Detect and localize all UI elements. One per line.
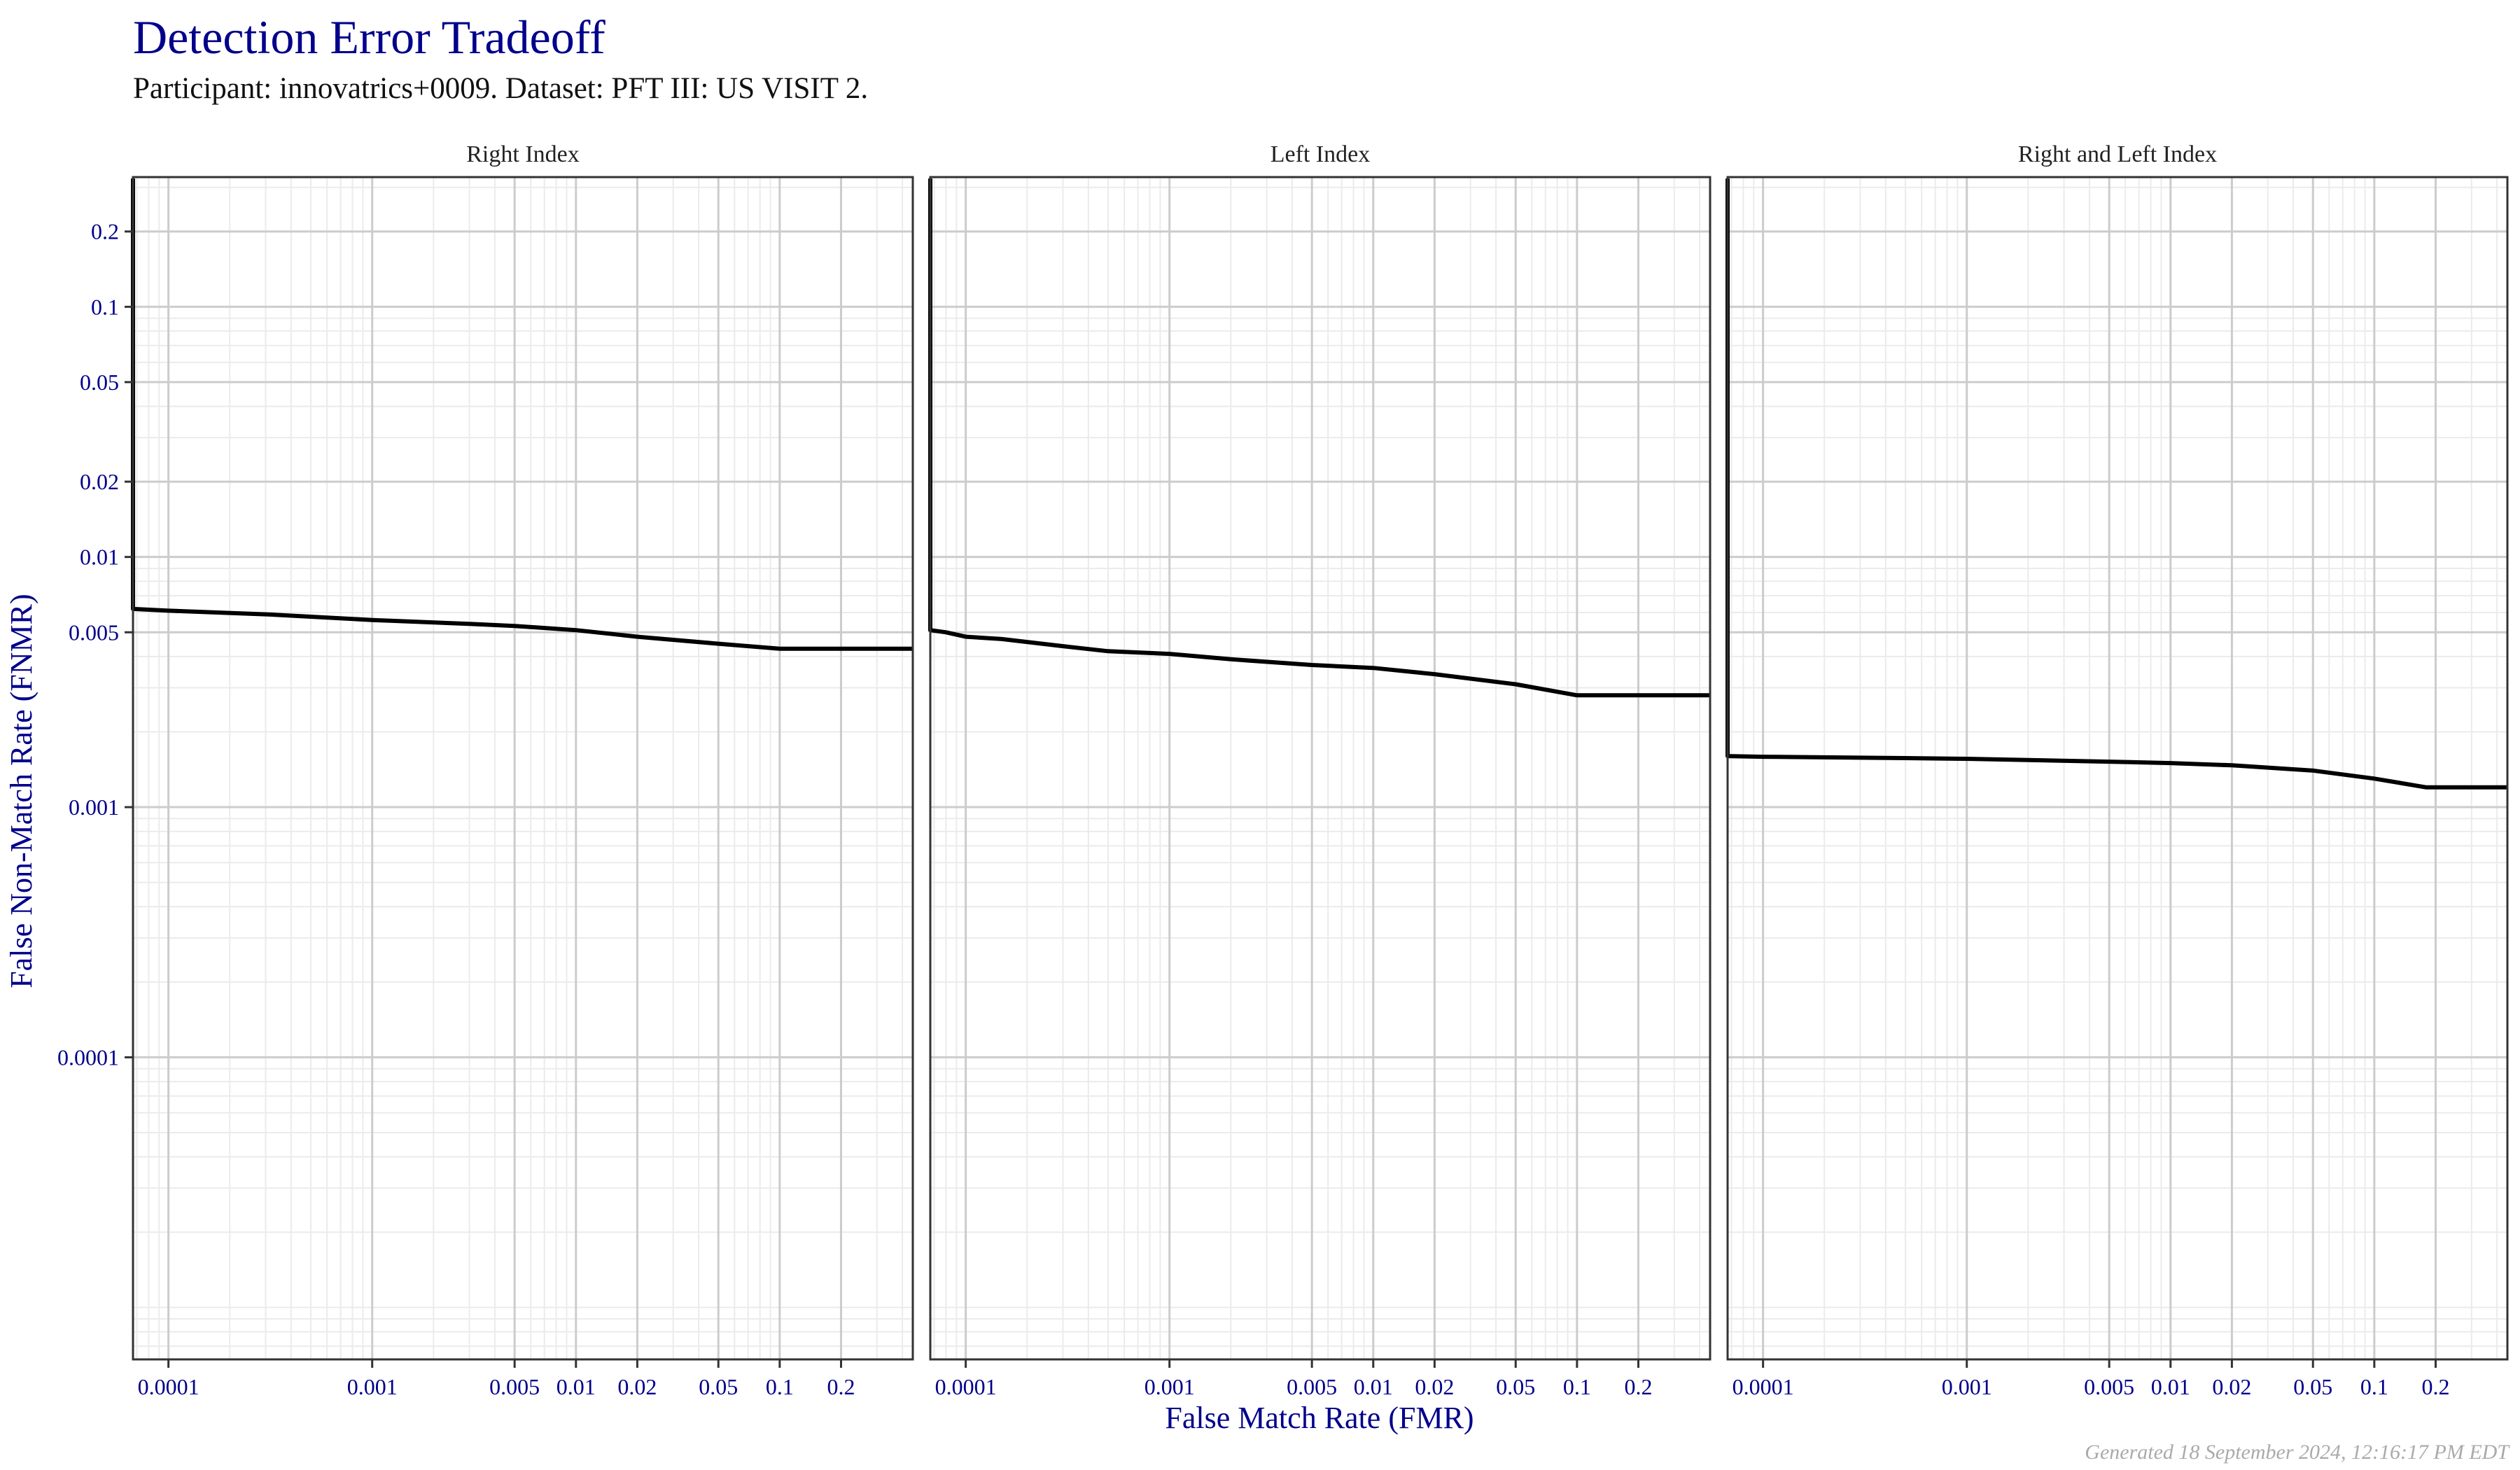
panel-background bbox=[133, 177, 913, 1359]
generated-timestamp: Generated 18 September 2024, 12:16:17 PM… bbox=[2085, 1441, 2509, 1464]
x-tick-label: 0.1 bbox=[1563, 1374, 1591, 1399]
x-tick-label: 0.0001 bbox=[138, 1374, 200, 1399]
x-tick-label: 0.005 bbox=[489, 1374, 540, 1399]
y-tick-label: 0.0001 bbox=[57, 1044, 119, 1070]
y-tick-label: 0.001 bbox=[69, 794, 119, 820]
panel-background bbox=[1728, 177, 2507, 1359]
panel-strip-label: Right Index bbox=[466, 141, 579, 167]
panel-strip-label: Left Index bbox=[1270, 141, 1371, 167]
x-tick-label: 0.005 bbox=[1287, 1374, 1337, 1399]
x-tick-label: 0.01 bbox=[1354, 1374, 1393, 1399]
y-tick-label: 0.05 bbox=[80, 370, 119, 395]
det-plot: Right Index 0.0001 0.001 0.005 0.01 0.02 0.05 0… bbox=[4, 141, 2509, 1435]
x-axis-title: False Match Rate (FMR) bbox=[1165, 1401, 1474, 1435]
x-tick-label: 0.2 bbox=[827, 1374, 855, 1399]
x-tick-label: 0.001 bbox=[347, 1374, 398, 1399]
y-tick-label: 0.1 bbox=[91, 294, 119, 319]
x-tick-label: 0.01 bbox=[556, 1374, 596, 1399]
panel-right-index: Right Index 0.0001 0.001 0.005 0.01 0.02 0.05 0… bbox=[57, 141, 914, 1399]
x-tick-label: 0.001 bbox=[1144, 1374, 1195, 1399]
x-tick-label: 0.005 bbox=[2084, 1374, 2134, 1399]
y-tick-label: 0.2 bbox=[91, 219, 119, 244]
x-tick-label: 0.2 bbox=[1624, 1374, 1652, 1399]
x-tick-label: 0.05 bbox=[1496, 1374, 1535, 1399]
x-tick-label: 0.1 bbox=[2360, 1374, 2388, 1399]
x-tick-label: 0.0001 bbox=[935, 1374, 997, 1399]
x-tick-label: 0.05 bbox=[699, 1374, 738, 1399]
x-tick-label: 0.02 bbox=[2212, 1374, 2251, 1399]
x-tick-label: 0.1 bbox=[766, 1374, 794, 1399]
y-tick-label: 0.005 bbox=[69, 620, 119, 645]
panel-background bbox=[930, 177, 1710, 1359]
x-tick-label: 0.001 bbox=[1942, 1374, 1992, 1399]
y-tick-label: 0.02 bbox=[80, 469, 119, 494]
y-tick-label: 0.01 bbox=[80, 545, 119, 570]
panel-left-index: Left Index 0.0001 0.001 0.005 0.01 0.02 0.05 0.… bbox=[928, 141, 1712, 1399]
x-tick-label: 0.05 bbox=[2293, 1374, 2332, 1399]
x-tick-label: 0.02 bbox=[617, 1374, 657, 1399]
panel-right-and-left-index: Right and Left Index 0.0001 0.001 0.005 0.01… bbox=[1726, 141, 2509, 1399]
x-tick-label: 0.0001 bbox=[1732, 1374, 1794, 1399]
x-tick-label: 0.2 bbox=[2421, 1374, 2449, 1399]
x-tick-label: 0.02 bbox=[1415, 1374, 1454, 1399]
panel-strip-label: Right and Left Index bbox=[2018, 141, 2217, 167]
y-axis-title: False Non-Match Rate (FNMR) bbox=[4, 594, 38, 988]
x-tick-label: 0.01 bbox=[2151, 1374, 2190, 1399]
